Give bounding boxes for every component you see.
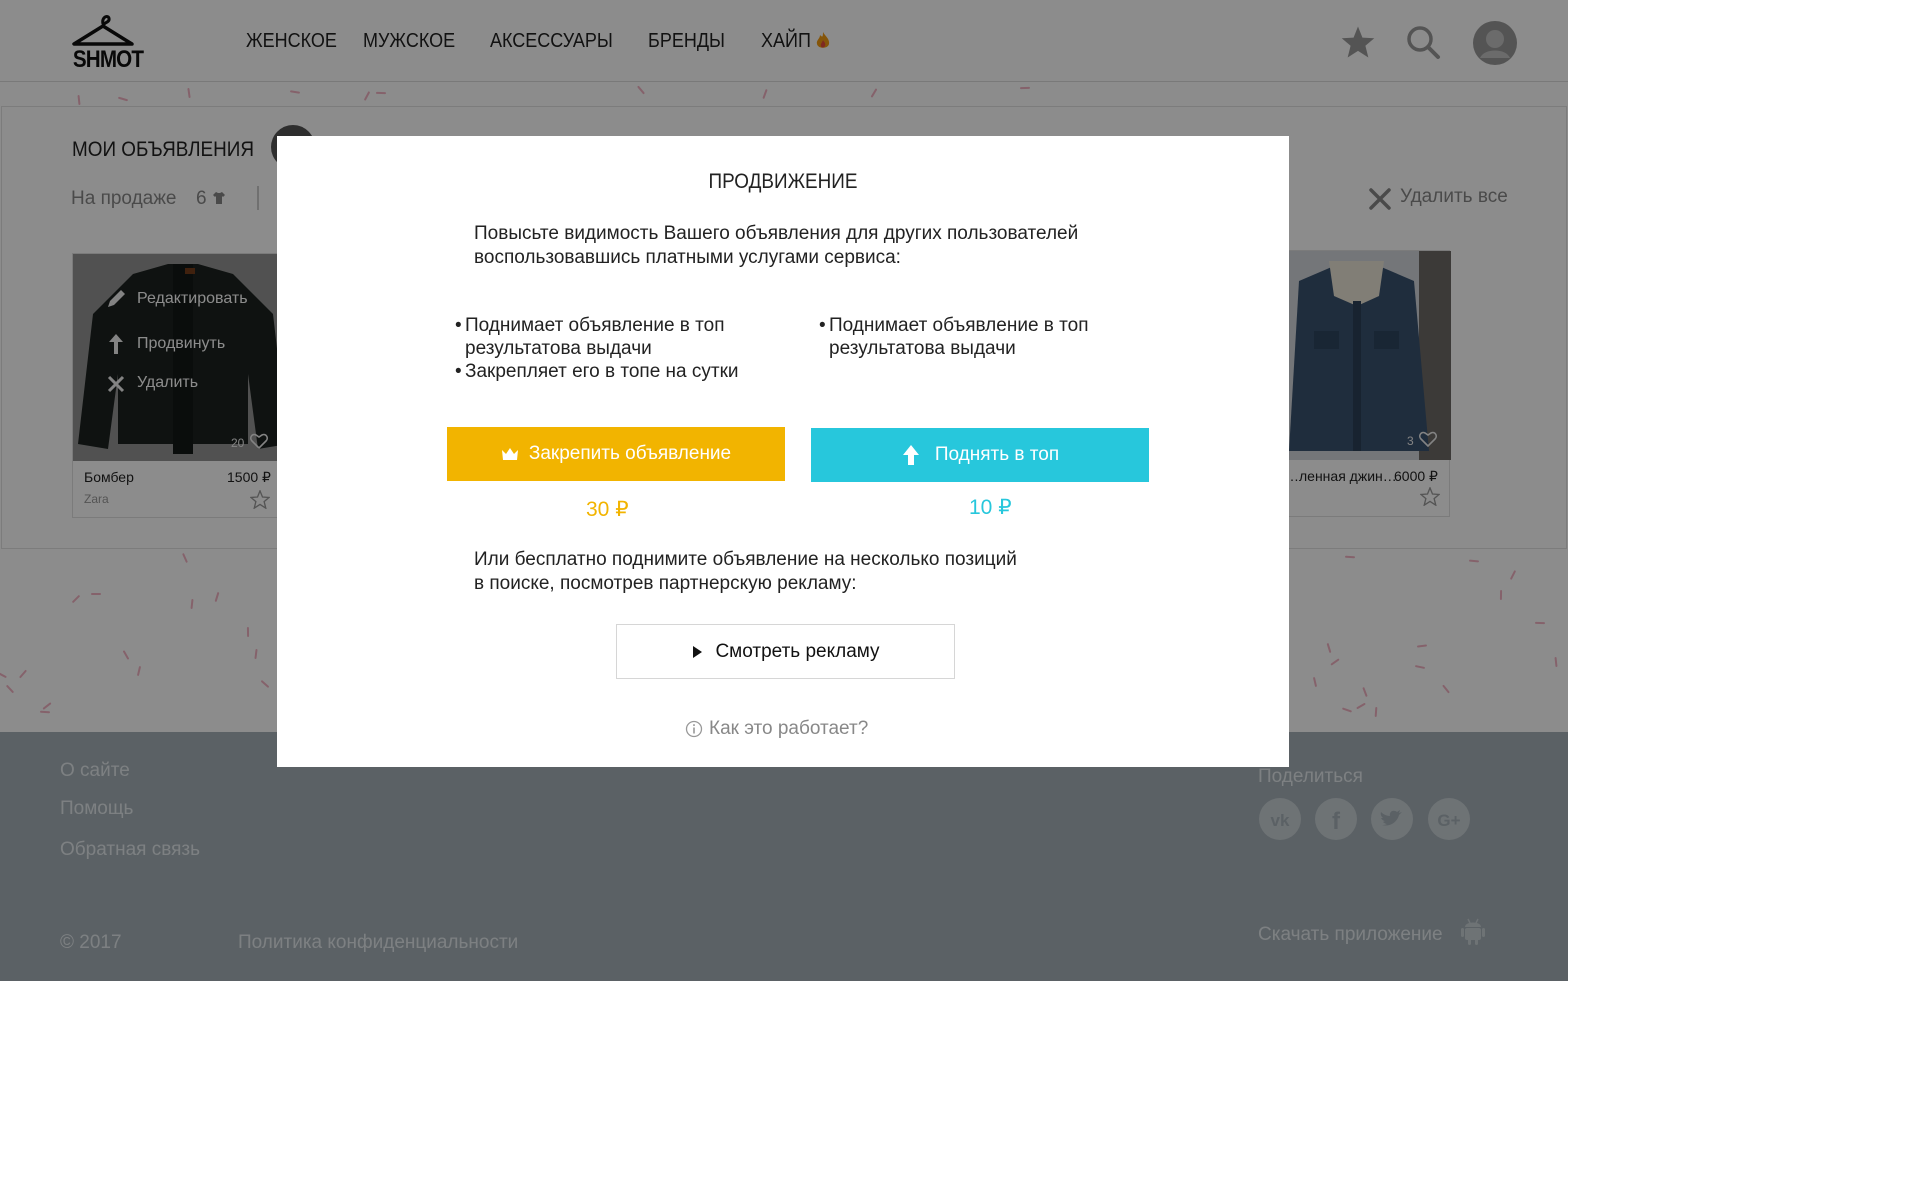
how-it-works-label: Как это работает? xyxy=(709,718,869,739)
pin-price: 30 ₽ xyxy=(586,498,629,521)
free-option-line: в поиске, посмотрев партнерскую рекламу: xyxy=(474,573,857,594)
free-option-text: Или бесплатно поднимите объявление на не… xyxy=(474,548,1174,596)
crown-icon xyxy=(501,448,518,460)
top-benefits-list: Поднимает объявление в топ результатова … xyxy=(819,314,1119,360)
play-icon xyxy=(693,645,703,658)
benefit-item: Поднимает объявление в топ результатова … xyxy=(819,314,1119,360)
intro-line: Повысьте видимость Вашего объявления для… xyxy=(474,223,1079,244)
intro-line: воспользовавшись платными услугами серви… xyxy=(474,247,901,268)
free-option-line: Или бесплатно поднимите объявление на не… xyxy=(474,549,1017,570)
top-price: 10 ₽ xyxy=(969,496,1012,519)
watch-ad-label: Смотреть рекламу xyxy=(715,640,880,662)
modal-intro: Повысьте видимость Вашего объявления для… xyxy=(474,222,1174,270)
info-icon xyxy=(685,720,703,738)
pin-button-label: Закрепить объявление xyxy=(528,443,732,464)
top-button-label: Поднять в топ xyxy=(934,444,1060,465)
raise-to-top-button[interactable]: Поднять в топ xyxy=(811,428,1149,482)
benefit-item: Поднимает объявление в топ результатова … xyxy=(455,314,755,360)
pin-benefits-list: Поднимает объявление в топ результатова … xyxy=(455,314,755,383)
modal-title: ПРОДВИЖЕНИЕ xyxy=(708,170,858,193)
benefit-item: Закрепляет его в топе на сутки xyxy=(455,360,755,383)
watch-ad-button[interactable]: Смотреть рекламу xyxy=(616,624,955,679)
pin-listing-button[interactable]: Закрепить объявление xyxy=(447,427,785,481)
arrow-up-icon xyxy=(902,445,919,465)
promotion-modal: ПРОДВИЖЕНИЕ Повысьте видимость Вашего об… xyxy=(277,136,1289,767)
